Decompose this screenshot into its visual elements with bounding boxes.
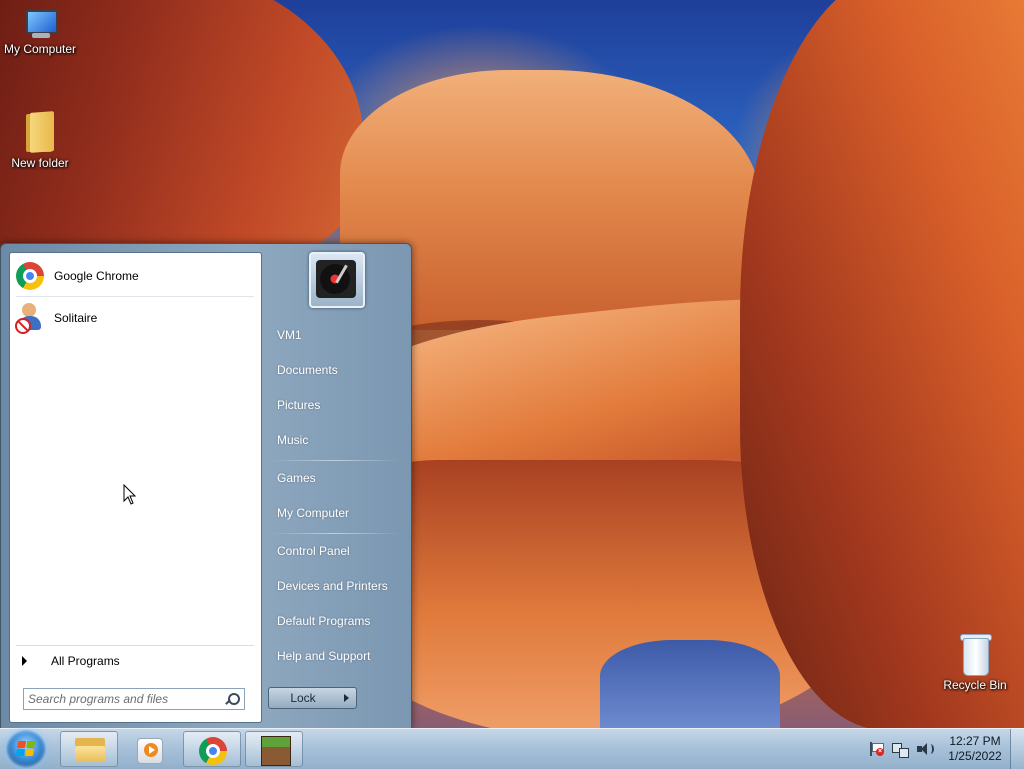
desktop-icon-new-folder[interactable]: New folder: [0, 110, 80, 170]
network-icon[interactable]: [892, 741, 909, 758]
chrome-icon: [14, 260, 46, 292]
solitaire-icon: [14, 302, 46, 334]
start-button[interactable]: [6, 730, 46, 768]
desktop-icon-recycle-bin[interactable]: Recycle Bin: [935, 632, 1015, 692]
desktop-icon-label: Recycle Bin: [943, 678, 1007, 692]
start-menu: Google Chrome Solitaire All Programs VM1…: [0, 243, 412, 729]
taskbar-button-minecraft[interactable]: [245, 731, 303, 767]
start-link-games[interactable]: Games: [263, 463, 403, 493]
all-programs-button[interactable]: All Programs: [16, 651, 254, 671]
all-programs-label: All Programs: [51, 654, 120, 668]
taskbar-button-explorer[interactable]: [60, 731, 118, 767]
wallpaper-sky: [600, 640, 780, 728]
system-tray: × 12:27 PM 1/25/2022: [862, 729, 1024, 769]
program-label: Google Chrome: [54, 269, 139, 283]
recycle-bin-icon: [958, 632, 992, 676]
taskbar: × 12:27 PM 1/25/2022: [0, 728, 1024, 769]
start-link-default-programs[interactable]: Default Programs: [263, 606, 403, 636]
show-desktop-button[interactable]: [1010, 729, 1024, 769]
start-link-my-computer[interactable]: My Computer: [263, 498, 403, 528]
search-input[interactable]: [24, 691, 224, 707]
taskbar-button-media-player[interactable]: [121, 731, 179, 767]
user-picture-turntable-icon: [316, 260, 356, 298]
chrome-icon: [197, 735, 229, 767]
start-link-vm1[interactable]: VM1: [263, 320, 403, 350]
desktop-icon-label: My Computer: [3, 42, 77, 56]
start-link-help-and-support[interactable]: Help and Support: [263, 641, 403, 671]
volume-icon[interactable]: [916, 741, 934, 757]
user-picture[interactable]: [309, 252, 365, 308]
desktop-icon-my-computer[interactable]: My Computer: [0, 8, 80, 56]
shutdown-options-button[interactable]: [336, 687, 357, 709]
clock-date: 1/25/2022: [948, 749, 1002, 763]
desktop-icon-label: New folder: [11, 156, 69, 170]
windows-logo-icon: [16, 741, 36, 757]
start-link-devices-and-printers[interactable]: Devices and Printers: [263, 571, 403, 601]
lock-button[interactable]: Lock: [268, 687, 338, 709]
wallpaper-rock: [740, 0, 1024, 728]
program-label: Solitaire: [54, 311, 98, 325]
action-center-flag-icon[interactable]: ×: [868, 741, 884, 757]
media-player-icon: [137, 738, 163, 764]
divider: [16, 296, 254, 297]
start-menu-item-solitaire[interactable]: Solitaire: [12, 299, 259, 337]
divider: [269, 460, 401, 461]
arrow-right-icon: [343, 694, 349, 702]
start-link-control-panel[interactable]: Control Panel: [263, 536, 403, 566]
divider: [269, 533, 401, 534]
clock[interactable]: 12:27 PM 1/25/2022: [942, 734, 1008, 764]
windows-explorer-icon: [75, 738, 105, 762]
taskbar-button-chrome[interactable]: [183, 731, 241, 767]
computer-icon: [22, 8, 58, 40]
divider: [16, 645, 254, 646]
search-box: [23, 688, 245, 710]
arrow-right-icon: [22, 656, 27, 666]
start-link-pictures[interactable]: Pictures: [263, 390, 403, 420]
clock-time: 12:27 PM: [949, 734, 1001, 748]
start-menu-item-google-chrome[interactable]: Google Chrome: [12, 257, 259, 295]
folder-icon: [24, 110, 56, 154]
minecraft-icon: [261, 736, 291, 766]
start-link-music[interactable]: Music: [263, 425, 403, 455]
start-link-documents[interactable]: Documents: [263, 355, 403, 385]
search-icon[interactable]: [224, 691, 240, 707]
